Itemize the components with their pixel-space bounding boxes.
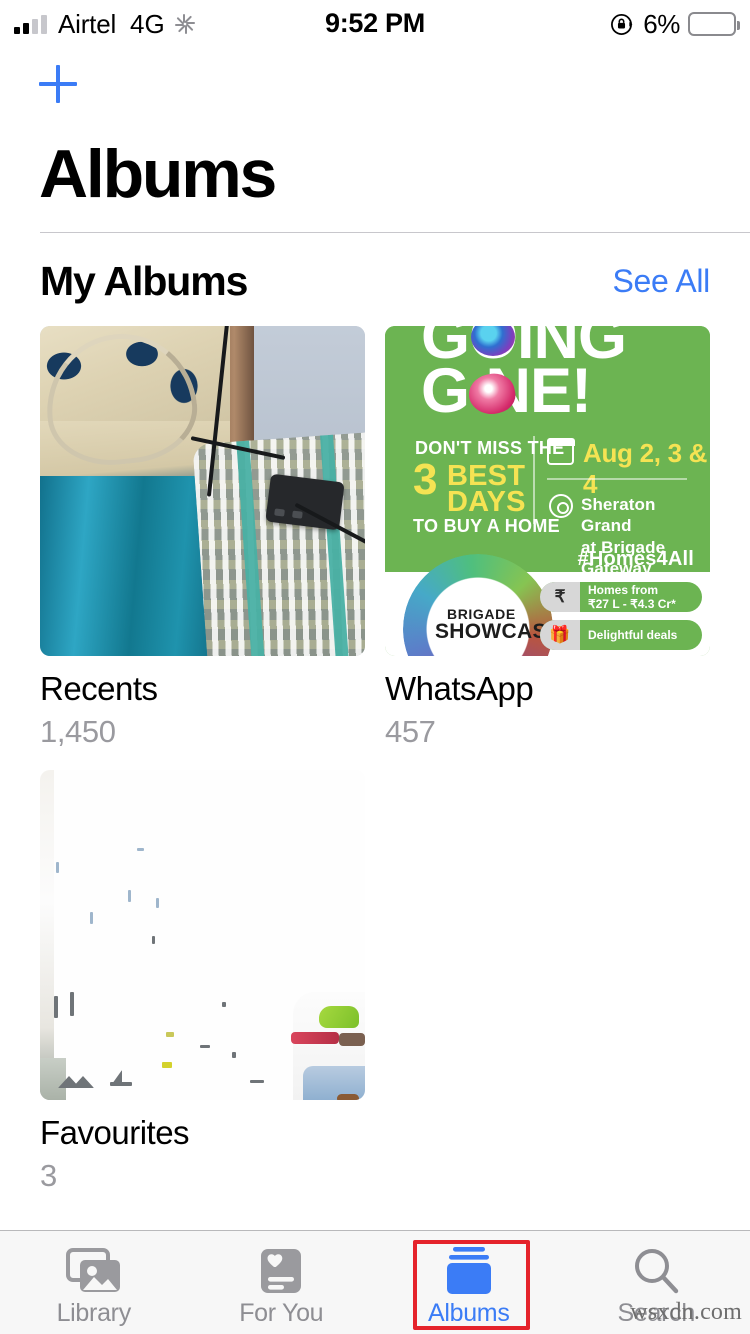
poster-deals-pill: 🎁 Delightful deals (540, 620, 702, 650)
thumb-left-edge (40, 769, 54, 1100)
album-title: WhatsApp (385, 670, 534, 707)
photos-app-screen: Airtel 4G 9:52 PM 6% Albums My Albums Se… (0, 0, 750, 1334)
thumb-green-detail (319, 1005, 359, 1028)
thumb-shoe (337, 1093, 359, 1100)
poster-dates-text: Aug 2, 3 & 4 (583, 438, 708, 499)
album-count: 3 (40, 1157, 57, 1193)
thumb-speck (232, 1051, 236, 1058)
album-card-whatsapp[interactable]: GOING G NE! DON'T MISS THE 3 BEST DAYS T… (385, 326, 710, 750)
album-thumbnail-recents[interactable] (40, 326, 365, 656)
thumb-speck (54, 995, 58, 1018)
thumb-speck (110, 1081, 132, 1086)
rupee-icon: ₹ (540, 582, 580, 612)
thumb-gray-corner (40, 1057, 66, 1100)
thumb-speck (222, 1001, 226, 1007)
poster-vertical-divider (533, 436, 535, 524)
tab-label-for-you: For You (239, 1299, 324, 1327)
thumb-speck (152, 935, 155, 944)
poster-hashtag-text: #Homes4All (577, 548, 694, 570)
thumb-speck (128, 889, 131, 902)
poster-three-text: 3 (413, 455, 438, 504)
poster-days-text: DAYS (447, 486, 526, 518)
album-card-recents[interactable]: Recents 1,450 (40, 326, 365, 750)
albums-stack-icon (439, 1245, 499, 1297)
thumb-brown-detail (339, 1032, 365, 1046)
thumb-speck (166, 1031, 174, 1037)
album-title: Favourites (40, 1113, 190, 1151)
photo-stack-icon (65, 1245, 122, 1297)
thumb-speck (200, 1044, 210, 1048)
tab-library[interactable]: Library (0, 1231, 188, 1334)
poster-dont-miss-text: DON'T MISS THE (415, 438, 565, 458)
tab-albums[interactable]: Albums (375, 1231, 563, 1334)
header-divider (40, 232, 750, 233)
section-title: My Albums (40, 258, 248, 304)
album-card-favourites[interactable]: Favourites 3 (40, 769, 365, 1194)
rotation-lock-icon (609, 12, 634, 37)
thumb-red-detail (291, 1031, 339, 1044)
poster-deals-text: Delightful deals (588, 627, 678, 642)
tab-for-you[interactable]: For You (188, 1231, 376, 1334)
poster-venue-line1: Sheraton Grand (581, 495, 656, 536)
thumb-speck (56, 861, 59, 873)
status-bar: Airtel 4G 9:52 PM 6% (0, 0, 750, 48)
plus-icon-horizontal (39, 82, 77, 86)
gift-icon: 🎁 (540, 620, 580, 650)
my-albums-section-header: My Albums See All (0, 258, 750, 312)
status-bar-right: 6% (609, 8, 740, 39)
calendar-icon (546, 437, 575, 465)
tab-label-albums: Albums (427, 1299, 510, 1327)
thumb-speck (70, 991, 74, 1016)
add-album-button[interactable] (36, 62, 80, 106)
thumb-bed (192, 431, 365, 656)
heart-card-icon (258, 1245, 304, 1297)
location-pin-icon (549, 494, 573, 518)
albums-grid: Recents 1,450 GOING G NE! DON'T MISS THE… (40, 326, 710, 1194)
battery-percentage: 6% (643, 8, 680, 39)
poster-price-line1: Homes from (588, 582, 659, 597)
search-icon (631, 1245, 681, 1297)
thumb-bed-stripe (236, 440, 265, 656)
battery-icon (688, 12, 740, 36)
poster-price-text: Homes from ₹27 L - ₹4.3 Cr* (580, 583, 702, 612)
thumb-speck (90, 911, 93, 924)
album-thumbnail-whatsapp[interactable]: GOING G NE! DON'T MISS THE 3 BEST DAYS T… (385, 326, 710, 656)
poster-price-line2: ₹27 L - ₹4.3 Cr* (588, 597, 676, 611)
album-count: 1,450 (40, 713, 116, 749)
thumb-speck (162, 1061, 172, 1068)
album-title: Recents (40, 670, 158, 707)
thumb-bed-stripe (320, 434, 349, 656)
see-all-link[interactable]: See All (612, 263, 710, 300)
thumb-speck (250, 1079, 264, 1083)
poster-horizontal-divider (547, 478, 687, 480)
page-title: Albums (39, 136, 277, 212)
album-thumbnail-favourites[interactable] (40, 769, 365, 1100)
album-count: 457 (385, 713, 436, 749)
poster-to-buy-text: TO BUY A HOME (413, 516, 560, 536)
watermark: wsxdn.com (630, 1299, 742, 1325)
poster-price-pill: ₹ Homes from ₹27 L - ₹4.3 Cr* (540, 582, 702, 612)
thumb-speck (137, 847, 144, 851)
thumb-speck (156, 897, 159, 908)
tab-label-library: Library (56, 1299, 132, 1327)
